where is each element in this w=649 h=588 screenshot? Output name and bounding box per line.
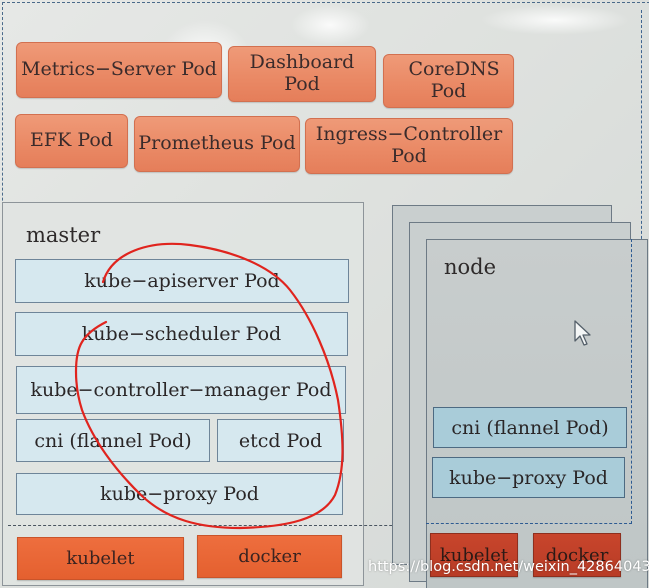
master-title: master bbox=[26, 223, 101, 247]
node-kube-proxy-pod: kube−proxy Pod bbox=[432, 457, 625, 498]
master-kube-scheduler-pod: kube−scheduler Pod bbox=[15, 312, 348, 356]
addon-metrics-server-pod: Metrics−Server Pod bbox=[16, 42, 222, 98]
addon-label: Metrics−Server Pod bbox=[21, 58, 217, 81]
runtime-label: kubelet bbox=[66, 548, 135, 569]
pod-label: kube−apiserver Pod bbox=[84, 270, 280, 292]
addon-label: Prometheus Pod bbox=[138, 132, 296, 155]
pod-label: etcd Pod bbox=[238, 429, 323, 452]
master-kube-apiserver-pod: kube−apiserver Pod bbox=[15, 259, 349, 303]
pod-label: kube−controller−manager Pod bbox=[30, 379, 332, 401]
master-kube-controller-manager-pod: kube−controller−manager Pod bbox=[16, 366, 346, 414]
runtime-label: docker bbox=[238, 546, 301, 567]
pod-label: cni (flannel Pod) bbox=[34, 429, 192, 452]
addon-label: EFK Pod bbox=[30, 129, 113, 152]
addon-label: CoreDNS Pod bbox=[408, 58, 500, 102]
master-etcd-pod: etcd Pod bbox=[217, 419, 344, 462]
addon-ingress-controller-pod: Ingress−Controller Pod bbox=[305, 118, 513, 174]
node-title: node bbox=[444, 255, 497, 279]
master-docker: docker bbox=[197, 535, 342, 578]
addon-label: Ingress−Controller Pod bbox=[315, 123, 503, 167]
master-kubelet: kubelet bbox=[17, 537, 184, 580]
pod-label: cni (flannel Pod) bbox=[451, 416, 609, 439]
pod-label: kube−scheduler Pod bbox=[81, 323, 282, 345]
watermark: https://blog.csdn.net/weixin_42864043 bbox=[368, 559, 649, 575]
addon-efk-pod: EFK Pod bbox=[15, 114, 128, 168]
master-kube-proxy-pod: kube−proxy Pod bbox=[16, 473, 343, 515]
master-cni-flannel-pod: cni (flannel Pod) bbox=[16, 419, 210, 462]
addon-prometheus-pod: Prometheus Pod bbox=[134, 116, 300, 172]
pod-label: kube−proxy Pod bbox=[100, 483, 259, 505]
addon-label: Dashboard Pod bbox=[249, 51, 355, 95]
mouse-cursor-icon bbox=[574, 320, 591, 346]
addon-coredns-pod: CoreDNS Pod bbox=[383, 54, 514, 108]
node-cni-flannel-pod: cni (flannel Pod) bbox=[433, 407, 627, 448]
pod-label: kube−proxy Pod bbox=[449, 466, 608, 489]
addon-dashboard-pod: Dashboard Pod bbox=[228, 46, 376, 102]
